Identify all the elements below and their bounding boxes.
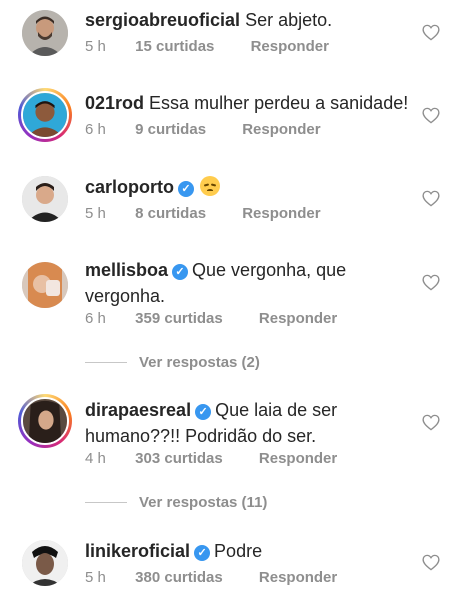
comment-text: mellisboa ✓ Que vergonha, que vergonha. [85,257,410,309]
timestamp: 5 h [85,38,106,55]
avatar-image [22,540,68,586]
heart-outline-icon[interactable] [422,554,440,571]
username[interactable]: mellisboa [85,260,168,280]
comment-text: linikeroficial ✓ Podre [85,538,410,564]
timestamp: 4 h [85,450,106,467]
divider-line [85,502,127,503]
likes-count[interactable]: 15 curtidas [135,38,214,55]
likes-count[interactable]: 380 curtidas [135,569,223,586]
likes-count[interactable]: 359 curtidas [135,310,223,327]
divider-line [85,362,127,363]
pensive-face-icon [200,176,221,196]
reply-button[interactable]: Responder [242,205,320,222]
avatar[interactable] [22,10,68,56]
username[interactable]: sergioabreuoficial [85,10,240,30]
likes-count[interactable]: 9 curtidas [135,121,206,138]
reply-button[interactable]: Responder [259,569,337,586]
comment-meta: 5 h 15 curtidas Responder [85,38,329,55]
avatar[interactable] [18,88,72,142]
comment-body: Podre [214,541,263,561]
verified-badge-icon: ✓ [195,404,212,420]
username[interactable]: linikeroficial [85,541,190,561]
avatar-image [22,262,68,308]
avatar[interactable] [22,540,68,586]
view-replies-label: Ver respostas (2) [139,354,260,371]
view-replies-button[interactable]: Ver respostas (11) [85,494,267,511]
reply-button[interactable]: Responder [242,121,320,138]
timestamp: 5 h [85,205,106,222]
username[interactable]: carloporto [85,177,174,197]
reply-button[interactable]: Responder [251,38,329,55]
avatar[interactable] [22,176,68,222]
heart-outline-icon[interactable] [422,24,440,41]
comment-meta: 5 h 8 curtidas Responder [85,205,321,222]
view-replies-button[interactable]: Ver respostas (2) [85,354,260,371]
avatar-image [22,176,68,222]
comment-meta: 6 h 9 curtidas Responder [85,121,321,138]
avatar[interactable] [22,262,68,308]
likes-count[interactable]: 303 curtidas [135,450,223,467]
username[interactable]: dirapaesreal [85,400,191,420]
comment-body: Essa mulher perdeu a sanidade! [149,93,409,113]
timestamp: 6 h [85,310,106,327]
username[interactable]: 021rod [85,93,144,113]
verified-badge-icon: ✓ [172,264,189,280]
verified-badge-icon: ✓ [194,545,211,561]
view-replies-label: Ver respostas (11) [139,494,268,511]
comment-text: dirapaesreal ✓ Que laia de ser humano??!! … [85,397,410,449]
comment-text: 021rod Essa mulher perdeu a sanidade! [85,90,410,116]
heart-outline-icon[interactable] [422,274,440,291]
comment-meta: 4 h 303 curtidas Responder [85,450,337,467]
reply-button[interactable]: Responder [259,450,337,467]
avatar-image [23,93,67,137]
comment-text: sergioabreuoficial Ser abjeto. [85,7,410,33]
heart-outline-icon[interactable] [422,107,440,124]
comment-body: Ser abjeto. [245,10,333,30]
heart-outline-icon[interactable] [422,190,440,207]
heart-outline-icon[interactable] [422,414,440,431]
reply-button[interactable]: Responder [259,310,337,327]
verified-badge-icon: ✓ [178,181,195,197]
timestamp: 5 h [85,569,106,586]
comment-text: carloporto ✓ [85,174,410,200]
avatar-image [23,399,67,443]
comment-meta: 5 h 380 curtidas Responder [85,569,337,586]
comment-meta: 6 h 359 curtidas Responder [85,310,337,327]
timestamp: 6 h [85,121,106,138]
likes-count[interactable]: 8 curtidas [135,205,206,222]
avatar[interactable] [18,394,72,448]
avatar-image [22,10,68,56]
